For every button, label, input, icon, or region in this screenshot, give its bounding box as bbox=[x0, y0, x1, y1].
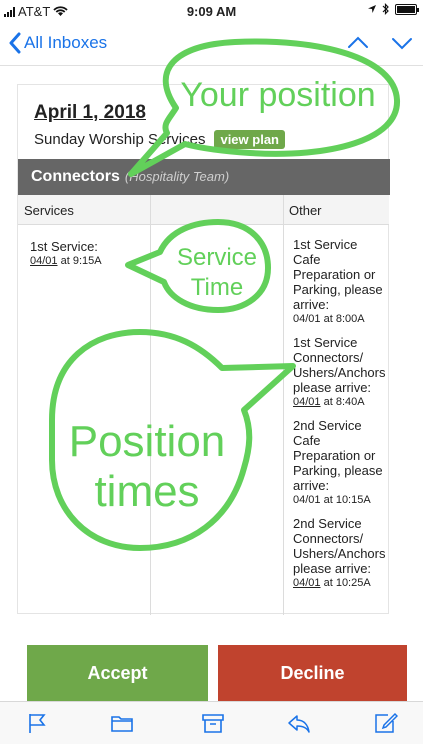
bluetooth-icon bbox=[382, 3, 389, 15]
clock: 9:09 AM bbox=[186, 4, 237, 19]
chevron-up-icon[interactable] bbox=[347, 32, 369, 54]
column-header-blank bbox=[150, 195, 283, 225]
service-time: at 9:15A bbox=[60, 255, 102, 267]
column-header-services: Services bbox=[18, 195, 150, 225]
back-label: All Inboxes bbox=[24, 33, 108, 52]
position-times-label-line1: Position bbox=[68, 417, 226, 466]
service-date[interactable]: 04/01 bbox=[30, 255, 58, 267]
chevron-down-icon[interactable] bbox=[391, 32, 413, 54]
decline-button[interactable]: Decline bbox=[218, 645, 407, 701]
flag-icon[interactable] bbox=[26, 712, 50, 734]
schedule-date: April 1, 2018 bbox=[34, 102, 146, 123]
accept-button[interactable]: Accept bbox=[27, 645, 208, 701]
folder-icon[interactable] bbox=[110, 712, 134, 734]
chevron-left-icon bbox=[9, 32, 21, 54]
service-time-label-line1: Service bbox=[176, 244, 258, 271]
list-item: 2nd Service Cafe Preparation or Parking,… bbox=[293, 418, 383, 506]
nav-bar: All Inboxes bbox=[0, 22, 423, 66]
archive-icon[interactable] bbox=[201, 712, 225, 734]
service-entry: 1st Service: 04/01 at 9:15A bbox=[30, 239, 102, 269]
team-subtitle: (Hospitality Team) bbox=[124, 169, 230, 184]
team-name: Connectors bbox=[31, 168, 120, 185]
list-item: 2nd Service Connectors/ Ushers/Anchors p… bbox=[293, 516, 386, 589]
other-column: 1st Service Cafe Preparation or Parking,… bbox=[293, 237, 387, 599]
column-header-other: Other bbox=[283, 195, 389, 225]
mail-toolbar bbox=[0, 701, 423, 744]
service-label: 1st Service: bbox=[30, 239, 98, 254]
battery-icon bbox=[395, 3, 419, 15]
team-header: Connectors (Hospitality Team) bbox=[18, 159, 390, 195]
response-actions: Accept Decline bbox=[0, 645, 423, 701]
column-divider bbox=[150, 195, 151, 615]
list-item: 1st Service Connectors/ Ushers/Anchors p… bbox=[293, 335, 386, 408]
list-item: 1st Service Cafe Preparation or Parking,… bbox=[293, 237, 383, 325]
service-type-label: Sunday Worship Services bbox=[34, 131, 206, 148]
column-divider bbox=[283, 195, 284, 615]
your-position-label: Your position bbox=[180, 76, 376, 114]
compose-icon[interactable] bbox=[374, 712, 398, 734]
position-times-label-line2: times bbox=[94, 467, 200, 516]
reply-icon[interactable] bbox=[287, 712, 311, 734]
service-time-label-line2: Time bbox=[190, 274, 244, 301]
schedule-card: April 1, 2018 Sunday Worship Services vi… bbox=[17, 84, 390, 615]
location-icon bbox=[368, 5, 376, 13]
back-button[interactable]: All Inboxes bbox=[8, 32, 107, 54]
status-bar: AT&T 9:09 AM bbox=[0, 0, 423, 22]
view-plan-button[interactable]: view plan bbox=[214, 130, 285, 149]
